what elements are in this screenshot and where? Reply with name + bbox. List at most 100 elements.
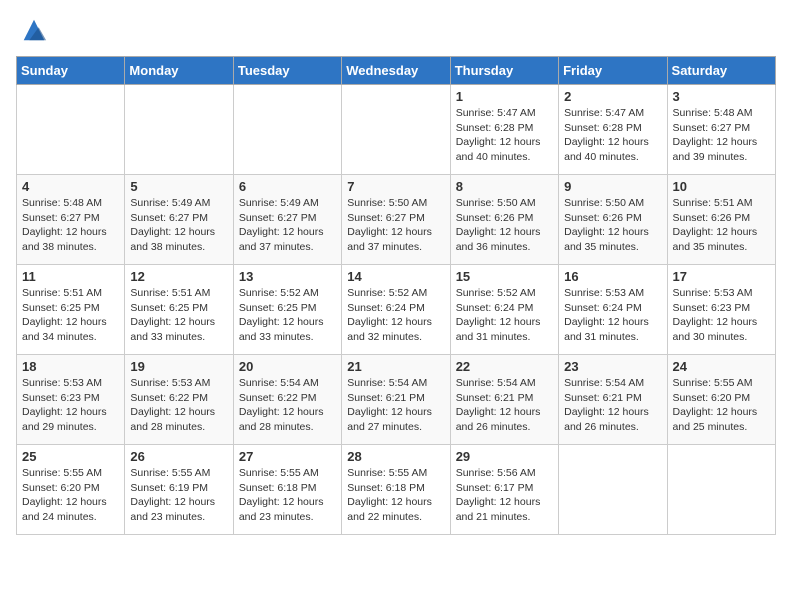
day-info: Sunrise: 5:50 AM Sunset: 6:27 PM Dayligh…	[347, 196, 444, 255]
day-number: 17	[673, 269, 770, 284]
day-info: Sunrise: 5:47 AM Sunset: 6:28 PM Dayligh…	[564, 106, 661, 165]
day-number: 20	[239, 359, 336, 374]
calendar-cell: 10 Sunrise: 5:51 AM Sunset: 6:26 PM Dayli…	[667, 175, 775, 265]
calendar-cell: 8Sunrise: 5:50 AM Sunset: 6:26 PM Daylig…	[450, 175, 558, 265]
calendar-table: SundayMondayTuesdayWednesdayThursdayFrid…	[16, 56, 776, 535]
calendar-cell: 18Sunrise: 5:53 AM Sunset: 6:23 PM Dayli…	[17, 355, 125, 445]
calendar-cell: 4 Sunrise: 5:48 AM Sunset: 6:27 PM Daylig…	[17, 175, 125, 265]
calendar-cell: 12 Sunrise: 5:51 AM Sunset: 6:25 PM Dayli…	[125, 265, 233, 355]
day-headers-row: SundayMondayTuesdayWednesdayThursdayFrid…	[17, 57, 776, 85]
day-info: Sunrise: 5:53 AM Sunset: 6:23 PM Dayligh…	[22, 376, 119, 435]
day-info: Sunrise: 5:55 AM Sunset: 6:19 PM Dayligh…	[130, 466, 227, 525]
calendar-cell: 1 Sunrise: 5:47 AM Sunset: 6:28 PM Daylig…	[450, 85, 558, 175]
day-number: 27	[239, 449, 336, 464]
day-info: Sunrise: 5:54 AM Sunset: 6:21 PM Dayligh…	[347, 376, 444, 435]
calendar-cell	[125, 85, 233, 175]
day-info: Sunrise: 5:55 AM Sunset: 6:20 PM Dayligh…	[22, 466, 119, 525]
day-number: 24	[673, 359, 770, 374]
day-number: 9	[564, 179, 661, 194]
day-info: Sunrise: 5:52 AM Sunset: 6:24 PM Dayligh…	[456, 286, 553, 345]
day-info: Sunrise: 5:55 AM Sunset: 6:18 PM Dayligh…	[239, 466, 336, 525]
day-number: 15	[456, 269, 553, 284]
calendar-cell: 13 Sunrise: 5:52 AM Sunset: 6:25 PM Dayli…	[233, 265, 341, 355]
day-number: 6	[239, 179, 336, 194]
logo	[16, 16, 48, 44]
day-info: Sunrise: 5:51 AM Sunset: 6:25 PM Dayligh…	[130, 286, 227, 345]
calendar-cell	[342, 85, 450, 175]
day-info: Sunrise: 5:55 AM Sunset: 6:18 PM Dayligh…	[347, 466, 444, 525]
calendar-cell: 9 Sunrise: 5:50 AM Sunset: 6:26 PM Daylig…	[559, 175, 667, 265]
week-row-4: 18Sunrise: 5:53 AM Sunset: 6:23 PM Dayli…	[17, 355, 776, 445]
day-header-tuesday: Tuesday	[233, 57, 341, 85]
day-number: 1	[456, 89, 553, 104]
day-info: Sunrise: 5:54 AM Sunset: 6:21 PM Dayligh…	[456, 376, 553, 435]
day-info: Sunrise: 5:48 AM Sunset: 6:27 PM Dayligh…	[22, 196, 119, 255]
calendar-cell: 25Sunrise: 5:55 AM Sunset: 6:20 PM Dayli…	[17, 445, 125, 535]
day-info: Sunrise: 5:52 AM Sunset: 6:25 PM Dayligh…	[239, 286, 336, 345]
day-header-saturday: Saturday	[667, 57, 775, 85]
day-number: 4	[22, 179, 119, 194]
page-header	[16, 16, 776, 44]
calendar-cell: 7 Sunrise: 5:50 AM Sunset: 6:27 PM Daylig…	[342, 175, 450, 265]
day-info: Sunrise: 5:50 AM Sunset: 6:26 PM Dayligh…	[564, 196, 661, 255]
week-row-2: 4 Sunrise: 5:48 AM Sunset: 6:27 PM Daylig…	[17, 175, 776, 265]
calendar-cell: 17Sunrise: 5:53 AM Sunset: 6:23 PM Dayli…	[667, 265, 775, 355]
day-info: Sunrise: 5:49 AM Sunset: 6:27 PM Dayligh…	[239, 196, 336, 255]
week-row-1: 1 Sunrise: 5:47 AM Sunset: 6:28 PM Daylig…	[17, 85, 776, 175]
day-info: Sunrise: 5:55 AM Sunset: 6:20 PM Dayligh…	[673, 376, 770, 435]
calendar-cell: 27 Sunrise: 5:55 AM Sunset: 6:18 PM Dayli…	[233, 445, 341, 535]
week-row-3: 11 Sunrise: 5:51 AM Sunset: 6:25 PM Dayli…	[17, 265, 776, 355]
calendar-cell: 3 Sunrise: 5:48 AM Sunset: 6:27 PM Daylig…	[667, 85, 775, 175]
day-number: 16	[564, 269, 661, 284]
calendar-cell: 22 Sunrise: 5:54 AM Sunset: 6:21 PM Dayli…	[450, 355, 558, 445]
calendar-cell: 21 Sunrise: 5:54 AM Sunset: 6:21 PM Dayli…	[342, 355, 450, 445]
calendar-cell: 5 Sunrise: 5:49 AM Sunset: 6:27 PM Daylig…	[125, 175, 233, 265]
calendar-cell: 23 Sunrise: 5:54 AM Sunset: 6:21 PM Dayli…	[559, 355, 667, 445]
day-number: 23	[564, 359, 661, 374]
calendar-cell	[17, 85, 125, 175]
day-number: 7	[347, 179, 444, 194]
day-info: Sunrise: 5:48 AM Sunset: 6:27 PM Dayligh…	[673, 106, 770, 165]
calendar-cell	[559, 445, 667, 535]
day-number: 12	[130, 269, 227, 284]
day-number: 26	[130, 449, 227, 464]
day-info: Sunrise: 5:52 AM Sunset: 6:24 PM Dayligh…	[347, 286, 444, 345]
day-header-friday: Friday	[559, 57, 667, 85]
day-info: Sunrise: 5:51 AM Sunset: 6:26 PM Dayligh…	[673, 196, 770, 255]
day-info: Sunrise: 5:53 AM Sunset: 6:24 PM Dayligh…	[564, 286, 661, 345]
day-info: Sunrise: 5:54 AM Sunset: 6:22 PM Dayligh…	[239, 376, 336, 435]
day-info: Sunrise: 5:54 AM Sunset: 6:21 PM Dayligh…	[564, 376, 661, 435]
calendar-cell: 15 Sunrise: 5:52 AM Sunset: 6:24 PM Dayli…	[450, 265, 558, 355]
day-number: 5	[130, 179, 227, 194]
day-number: 22	[456, 359, 553, 374]
day-info: Sunrise: 5:56 AM Sunset: 6:17 PM Dayligh…	[456, 466, 553, 525]
logo-icon	[20, 16, 48, 44]
calendar-cell: 20 Sunrise: 5:54 AM Sunset: 6:22 PM Dayli…	[233, 355, 341, 445]
day-info: Sunrise: 5:49 AM Sunset: 6:27 PM Dayligh…	[130, 196, 227, 255]
day-info: Sunrise: 5:51 AM Sunset: 6:25 PM Dayligh…	[22, 286, 119, 345]
calendar-cell: 16 Sunrise: 5:53 AM Sunset: 6:24 PM Dayli…	[559, 265, 667, 355]
day-number: 28	[347, 449, 444, 464]
calendar-cell	[667, 445, 775, 535]
day-info: Sunrise: 5:50 AM Sunset: 6:26 PM Dayligh…	[456, 196, 553, 255]
calendar-cell: 6 Sunrise: 5:49 AM Sunset: 6:27 PM Daylig…	[233, 175, 341, 265]
calendar-cell: 24 Sunrise: 5:55 AM Sunset: 6:20 PM Dayli…	[667, 355, 775, 445]
calendar-cell: 19Sunrise: 5:53 AM Sunset: 6:22 PM Dayli…	[125, 355, 233, 445]
day-header-thursday: Thursday	[450, 57, 558, 85]
day-number: 3	[673, 89, 770, 104]
day-number: 11	[22, 269, 119, 284]
day-header-sunday: Sunday	[17, 57, 125, 85]
day-number: 10	[673, 179, 770, 194]
day-number: 21	[347, 359, 444, 374]
calendar-cell: 29Sunrise: 5:56 AM Sunset: 6:17 PM Dayli…	[450, 445, 558, 535]
day-info: Sunrise: 5:47 AM Sunset: 6:28 PM Dayligh…	[456, 106, 553, 165]
calendar-cell: 28 Sunrise: 5:55 AM Sunset: 6:18 PM Dayli…	[342, 445, 450, 535]
calendar-cell: 26 Sunrise: 5:55 AM Sunset: 6:19 PM Dayli…	[125, 445, 233, 535]
calendar-cell	[233, 85, 341, 175]
day-header-monday: Monday	[125, 57, 233, 85]
day-number: 13	[239, 269, 336, 284]
day-number: 19	[130, 359, 227, 374]
day-number: 14	[347, 269, 444, 284]
calendar-cell: 2Sunrise: 5:47 AM Sunset: 6:28 PM Daylig…	[559, 85, 667, 175]
week-row-5: 25Sunrise: 5:55 AM Sunset: 6:20 PM Dayli…	[17, 445, 776, 535]
